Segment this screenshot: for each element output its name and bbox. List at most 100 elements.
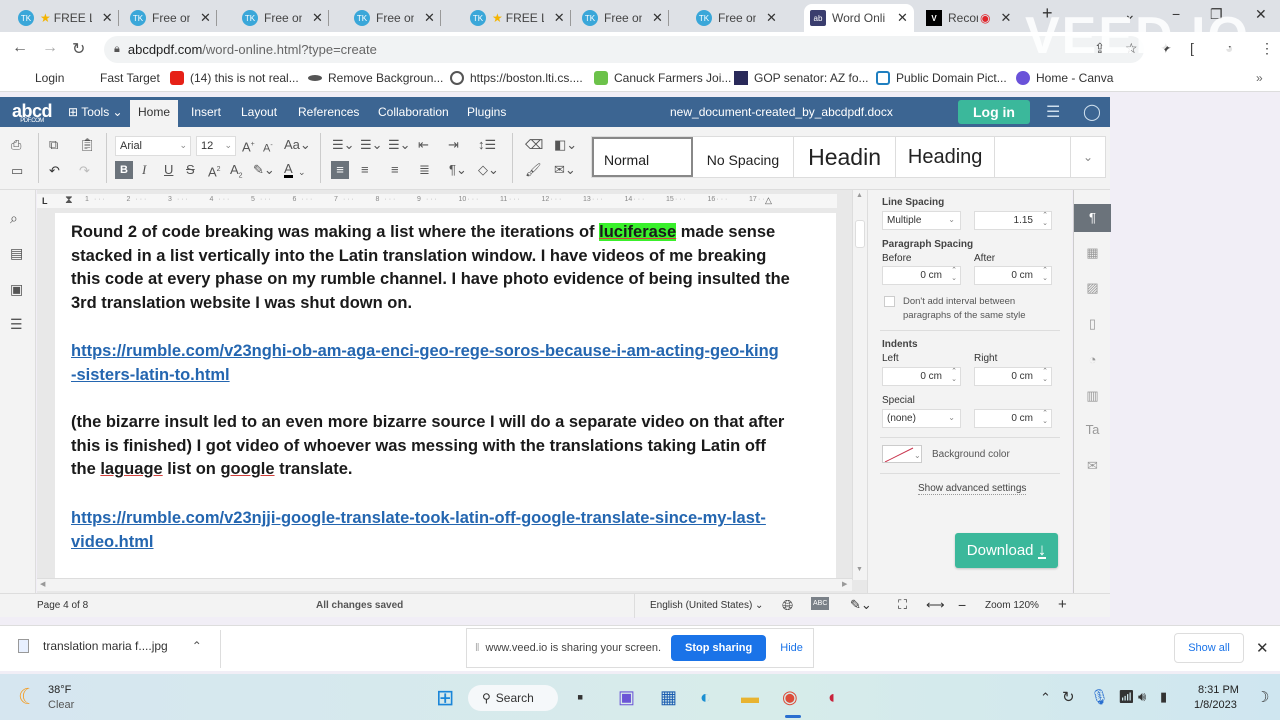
hyperlink[interactable]: https://rumble.com/v23njji-google-transl… [71, 507, 771, 554]
underline-button[interactable]: U [164, 162, 173, 178]
download-item[interactable]: translation maria f....jpg ⌃ [18, 639, 202, 653]
close-tab-icon[interactable]: ✕ [897, 10, 908, 26]
close-tab-icon[interactable]: ✕ [766, 10, 777, 26]
redo-icon[interactable]: ↷ [79, 163, 90, 179]
bookmark-item[interactable]: https://boston.lti.cs.... [450, 71, 583, 85]
task-view-icon[interactable]: ▪ [577, 687, 583, 708]
bookmark-item[interactable]: Home - Canva [1016, 71, 1113, 85]
scroll-left-icon[interactable]: ◀ [40, 580, 45, 588]
windows-start-icon[interactable]: ⊞ [436, 685, 454, 711]
store-icon[interactable]: ▦ [660, 687, 677, 708]
print-icon[interactable]: ⎙ [11, 137, 21, 153]
spinner-icon[interactable]: ⌃ ⌄ [951, 267, 957, 283]
style-no-spacing[interactable]: No Spacing [693, 137, 795, 177]
spinner-icon[interactable]: ⌃ ⌄ [1042, 410, 1048, 426]
stop-sharing-button[interactable]: Stop sharing [671, 635, 767, 661]
font-name-select[interactable]: Arial ⌄ [115, 136, 191, 156]
tab-home[interactable]: Home [130, 100, 179, 127]
textart-settings-icon[interactable]: Ta [1074, 422, 1111, 437]
shape-settings-icon[interactable]: ◔ [1074, 352, 1111, 367]
tab-stop-icon[interactable]: L [42, 196, 48, 206]
right-indent-marker-icon[interactable]: △ [765, 195, 772, 206]
styles-expand-icon[interactable]: ⌄ [1071, 137, 1105, 177]
browser-tab-active[interactable]: ab Word Onli ✕ [804, 4, 914, 32]
show-advanced-settings-link[interactable]: Show advanced settings [918, 483, 1027, 495]
line-spacing-icon[interactable]: ↕☰ [478, 137, 496, 153]
horizontal-scrollbar[interactable]: ◀ ▶ [37, 578, 852, 591]
document-page[interactable]: Round 2 of code breaking was making a li… [55, 213, 836, 583]
style-heading-2[interactable]: Heading [896, 137, 996, 177]
clear-format-icon[interactable]: ⌫ [525, 137, 543, 153]
subscript-button[interactable]: A2 [230, 162, 243, 185]
drag-handle-icon[interactable]: ‖ [475, 642, 480, 654]
change-case-icon[interactable]: Aa⌄ [284, 137, 311, 153]
url-input[interactable]: 🔒︎ abcdpdf.com/word-online.html?type=cre… [104, 36, 1144, 63]
numbered-list-icon[interactable]: ☰⌄ [360, 137, 383, 153]
zoom-in-icon[interactable]: + [1058, 596, 1067, 613]
italic-button[interactable]: I [142, 162, 146, 178]
spinner-icon[interactable]: ⌃ ⌄ [1042, 267, 1048, 283]
chevron-down-icon[interactable]: ⌄ [298, 164, 306, 180]
close-tab-icon[interactable]: ✕ [652, 10, 663, 26]
user-account-icon[interactable]: ◯ [1083, 102, 1101, 122]
indent-left-input[interactable]: 0 cm ⌃ ⌄ [882, 367, 961, 386]
bookmark-item[interactable]: Public Domain Pict... [876, 71, 1007, 85]
notifications-icon[interactable]: ☽ [1256, 688, 1269, 706]
scroll-right-icon[interactable]: ▶ [842, 580, 847, 588]
style-heading-1[interactable]: Headin [794, 137, 896, 177]
tab-references[interactable]: References [298, 105, 359, 119]
increase-indent-icon[interactable]: ⇥ [448, 137, 459, 153]
tab-collaboration[interactable]: Collaboration [378, 105, 449, 119]
weather-moon-icon[interactable]: ☾ [18, 684, 38, 710]
horizontal-ruler[interactable]: L ⧗ 1 · · · 2 · · · 3 · · · 4 · · · 5 · · · 6 · · ·… [37, 194, 837, 208]
search-icon[interactable]: ⌕ [10, 210, 18, 227]
style-normal[interactable]: Normal [592, 137, 693, 177]
shading-icon[interactable]: ◇⌄ [478, 162, 499, 178]
zoom-out-icon[interactable]: − [958, 597, 966, 613]
undo-icon[interactable]: ↶ [49, 163, 60, 179]
highlight-color-icon[interactable]: ✎⌄ [253, 162, 275, 178]
special-indent-amount-input[interactable]: 0 cm ⌃ ⌄ [974, 409, 1052, 428]
scroll-down-icon[interactable]: ▼ [856, 566, 863, 573]
strikethrough-button[interactable]: S [186, 162, 195, 178]
close-window-icon[interactable]: ✕ [1255, 6, 1267, 23]
style-empty[interactable] [995, 137, 1072, 177]
spacing-before-input[interactable]: 0 cm ⌃ ⌄ [882, 266, 961, 285]
paragraph-marks-icon[interactable]: ¶⌄ [449, 162, 467, 178]
page-indicator[interactable]: Page 4 of 8 [37, 600, 88, 611]
spinner-icon[interactable]: ⌃ ⌄ [951, 368, 957, 384]
browser-tab[interactable]: TK ★ FREE L ✕ [12, 4, 119, 32]
tab-layout[interactable]: Layout [241, 105, 277, 119]
save-icon[interactable]: ▭ [11, 163, 23, 179]
scroll-up-icon[interactable]: ▲ [856, 192, 863, 199]
format-painter-icon[interactable]: 🖌︎ [525, 162, 542, 178]
paste-icon[interactable]: 📋︎ [79, 137, 96, 153]
taskbar-search[interactable]: ⚲ Search [468, 685, 558, 711]
bookmark-item[interactable]: Remove Backgroun... [308, 71, 443, 85]
mail-merge-icon[interactable]: ✉⌄ [554, 162, 576, 178]
bookmark-item[interactable]: Login [35, 71, 64, 85]
document-name[interactable]: new_document-created_by_abcdpdf.docx [670, 105, 893, 119]
line-spacing-value-input[interactable]: 1.15 ⌃ ⌄ [974, 211, 1052, 230]
show-hidden-icons[interactable]: ⌃ [1040, 690, 1051, 706]
more-bookmarks-icon[interactable]: » [1256, 71, 1263, 85]
hyperlink[interactable]: https://rumble.com/v23nghi-ob-am-aga-enc… [71, 340, 781, 387]
justify-button[interactable]: ≣ [419, 162, 430, 178]
close-shelf-icon[interactable]: ✕ [1256, 639, 1269, 657]
menu-dots-icon[interactable]: ⋮ [1260, 40, 1274, 57]
forward-icon[interactable]: → [42, 39, 58, 57]
spinner-icon[interactable]: ⌃ ⌄ [1042, 368, 1048, 384]
browser-tab[interactable]: V Recor ◉ ✕ [920, 4, 1017, 32]
browser-tab[interactable]: TKFree onlin✕ [348, 4, 441, 32]
mail-merge-settings-icon[interactable]: ✉ [1074, 458, 1111, 474]
browser-tab[interactable]: TKFree onlin✕ [124, 4, 217, 32]
superscript-button[interactable]: A2 [208, 162, 221, 180]
browser-tab[interactable]: TK ★ FREE L ✕ [464, 4, 571, 32]
fit-page-icon[interactable]: ⛶ [898, 597, 907, 613]
increase-font-icon[interactable]: A+ [242, 137, 255, 155]
close-tab-icon[interactable]: ✕ [102, 10, 113, 26]
hamburger-menu-icon[interactable]: ☰ [1046, 102, 1060, 122]
bookmark-item[interactable]: Fast Target [100, 71, 160, 85]
file-explorer-icon[interactable]: ▬ [741, 687, 759, 708]
microphone-icon[interactable]: 🎙︎ [1090, 688, 1109, 706]
